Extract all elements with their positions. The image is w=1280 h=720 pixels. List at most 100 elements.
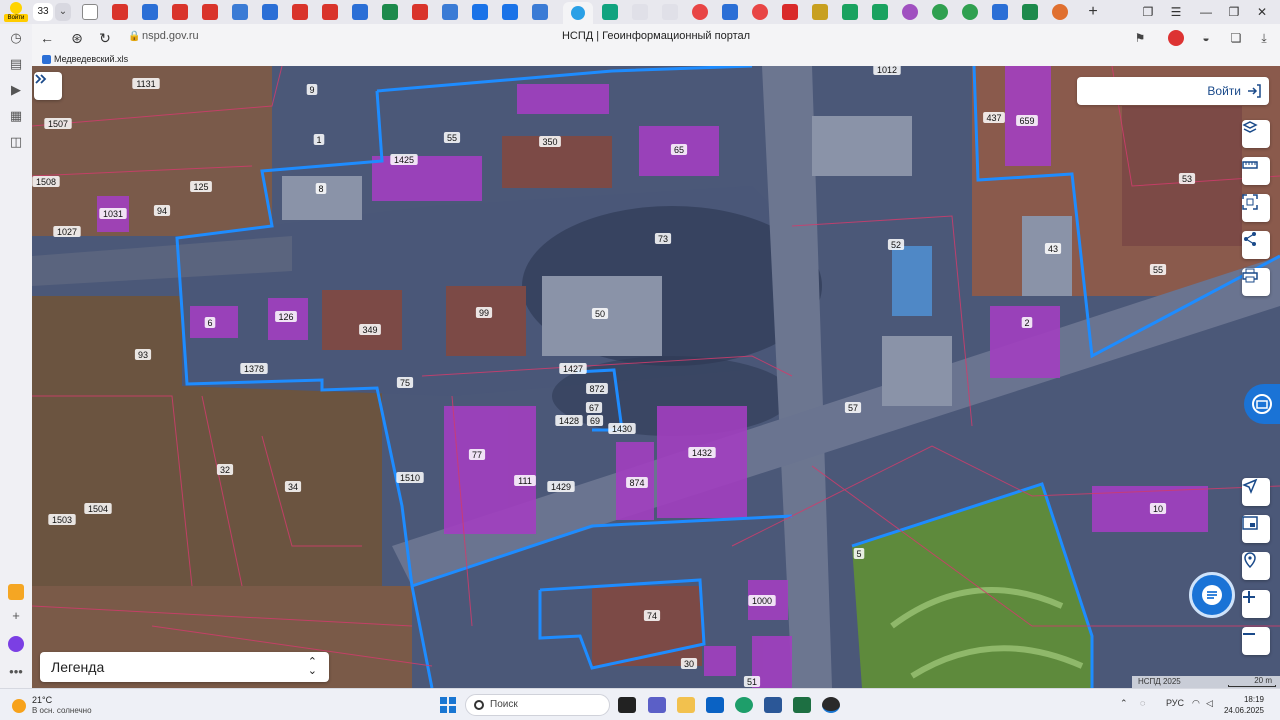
building[interactable] bbox=[444, 406, 536, 534]
excel-icon[interactable] bbox=[793, 697, 811, 713]
parcel-number-label[interactable]: 30 bbox=[684, 659, 694, 669]
zoom-in-button[interactable] bbox=[1242, 590, 1270, 618]
url-text[interactable]: nspd.gov.ru bbox=[142, 30, 199, 42]
layers-button[interactable] bbox=[1242, 120, 1270, 148]
app-icon[interactable] bbox=[662, 4, 678, 20]
parcel-number-label[interactable]: 1 bbox=[316, 135, 321, 145]
downloads-icon[interactable]: ⤓ bbox=[1256, 30, 1272, 46]
building[interactable] bbox=[592, 586, 702, 666]
parcel-number-label[interactable]: 1503 bbox=[52, 515, 72, 525]
word-icon[interactable] bbox=[764, 697, 782, 713]
pdf-icon[interactable] bbox=[112, 4, 128, 20]
parcel-number-label[interactable]: 52 bbox=[891, 240, 901, 250]
clock[interactable]: 18:19 24.06.2025 bbox=[1222, 694, 1264, 716]
zoom-out-button[interactable] bbox=[1242, 627, 1270, 655]
extension-icon[interactable] bbox=[1168, 30, 1184, 46]
bookmark-icon[interactable]: ⚑ bbox=[1132, 30, 1148, 46]
teams-icon[interactable] bbox=[648, 697, 666, 713]
check-icon[interactable] bbox=[932, 4, 948, 20]
building[interactable] bbox=[657, 406, 747, 518]
app-icon[interactable] bbox=[842, 4, 858, 20]
parcel-number-label[interactable]: 1012 bbox=[877, 66, 897, 75]
tab-count-badge[interactable]: 33 bbox=[33, 3, 53, 21]
app-icon[interactable] bbox=[1052, 4, 1068, 20]
app-icon[interactable] bbox=[812, 4, 828, 20]
assistant-side-tab[interactable] bbox=[1244, 384, 1280, 424]
parcel-number-label[interactable]: 872 bbox=[589, 384, 604, 394]
check-icon[interactable] bbox=[962, 4, 978, 20]
chevron-down-icon[interactable]: ⌄ bbox=[55, 3, 71, 21]
document-icon[interactable] bbox=[232, 4, 248, 20]
volume-icon[interactable]: ◁ bbox=[1206, 698, 1213, 709]
parcel-number-label[interactable]: 2 bbox=[1024, 318, 1029, 328]
building[interactable] bbox=[372, 156, 482, 201]
calendar-icon[interactable]: ▦ bbox=[8, 108, 24, 124]
expand-panel-button[interactable] bbox=[34, 72, 62, 100]
pdf-icon[interactable] bbox=[202, 4, 218, 20]
app-icon[interactable] bbox=[902, 4, 918, 20]
network-icon[interactable]: ◌ bbox=[1140, 698, 1145, 708]
glasses-icon[interactable]: ◒ bbox=[1198, 30, 1214, 46]
docs-icon[interactable] bbox=[472, 4, 488, 20]
parcel-number-label[interactable]: 77 bbox=[472, 450, 482, 460]
parcel-number-label[interactable]: 50 bbox=[595, 309, 605, 319]
document-icon[interactable] bbox=[82, 4, 98, 20]
minimize-icon[interactable]: — bbox=[1196, 2, 1216, 22]
heart-icon[interactable] bbox=[782, 4, 798, 20]
menu-icon[interactable]: ☰ bbox=[1166, 2, 1186, 22]
app-icon[interactable] bbox=[602, 4, 618, 20]
parcel-number-label[interactable]: 1427 bbox=[563, 364, 583, 374]
parcel-number-label[interactable]: 55 bbox=[1153, 265, 1163, 275]
mail-icon[interactable] bbox=[352, 4, 368, 20]
parcel-number-label[interactable]: 349 bbox=[362, 325, 377, 335]
select-area-button[interactable] bbox=[1242, 194, 1270, 222]
wifi-icon[interactable]: ◠ bbox=[1192, 698, 1200, 709]
document-icon[interactable] bbox=[442, 4, 458, 20]
print-button[interactable] bbox=[1242, 268, 1270, 296]
taskbar-search[interactable]: Поиск bbox=[465, 694, 610, 716]
app-icon[interactable] bbox=[722, 4, 738, 20]
parcel-number-label[interactable]: 69 bbox=[590, 416, 600, 426]
parcel-number-label[interactable]: 1508 bbox=[36, 177, 56, 187]
new-tab-button[interactable]: + bbox=[1083, 2, 1103, 22]
back-icon[interactable]: ← bbox=[38, 29, 56, 47]
locate-button[interactable] bbox=[1242, 478, 1270, 506]
parcel-number-label[interactable]: 8 bbox=[318, 184, 323, 194]
file-explorer-icon[interactable] bbox=[677, 697, 695, 713]
parcel-number-label[interactable]: 1504 bbox=[88, 504, 108, 514]
app-icon[interactable] bbox=[872, 4, 888, 20]
profile-login-badge[interactable]: Войти bbox=[4, 2, 28, 22]
sheet-icon[interactable] bbox=[1022, 4, 1038, 20]
parcel-number-label[interactable]: 1430 bbox=[612, 424, 632, 434]
building[interactable] bbox=[282, 176, 362, 220]
building[interactable] bbox=[892, 246, 932, 316]
close-icon[interactable]: ✕ bbox=[1252, 2, 1272, 22]
edge-icon[interactable] bbox=[735, 697, 753, 713]
parcel-number-label[interactable]: 350 bbox=[542, 137, 557, 147]
parcel-number-label[interactable]: 1131 bbox=[136, 79, 155, 89]
parcel-number-label[interactable]: 67 bbox=[589, 403, 599, 413]
parcel-number-label[interactable]: 1000 bbox=[752, 596, 772, 606]
parcel-number-label[interactable]: 1428 bbox=[559, 416, 579, 426]
store-icon[interactable] bbox=[706, 697, 724, 713]
mail-icon[interactable] bbox=[262, 4, 278, 20]
parcel-number-label[interactable]: 34 bbox=[288, 482, 298, 492]
parcel-number-label[interactable]: 55 bbox=[447, 133, 457, 143]
play-icon[interactable]: ▶ bbox=[8, 82, 24, 98]
building[interactable] bbox=[1022, 216, 1072, 296]
building[interactable] bbox=[322, 290, 402, 350]
building[interactable] bbox=[704, 646, 736, 676]
mail-app-icon[interactable] bbox=[8, 584, 24, 600]
parcel-number-label[interactable]: 1027 bbox=[57, 227, 77, 237]
notes-icon[interactable]: ▤ bbox=[8, 56, 24, 72]
parcel-number-label[interactable]: 93 bbox=[138, 350, 148, 360]
measure-button[interactable] bbox=[1242, 157, 1270, 185]
parcel-number-label[interactable]: 437 bbox=[986, 113, 1001, 123]
mail-icon[interactable] bbox=[142, 4, 158, 20]
parcel-number-label[interactable]: 10 bbox=[1153, 504, 1163, 514]
chat-button[interactable] bbox=[1189, 572, 1235, 618]
reader-icon[interactable]: ❏ bbox=[1228, 30, 1244, 46]
sheet-icon[interactable] bbox=[382, 4, 398, 20]
pdf-icon[interactable] bbox=[412, 4, 428, 20]
parcel-number-label[interactable]: 5 bbox=[856, 549, 861, 559]
